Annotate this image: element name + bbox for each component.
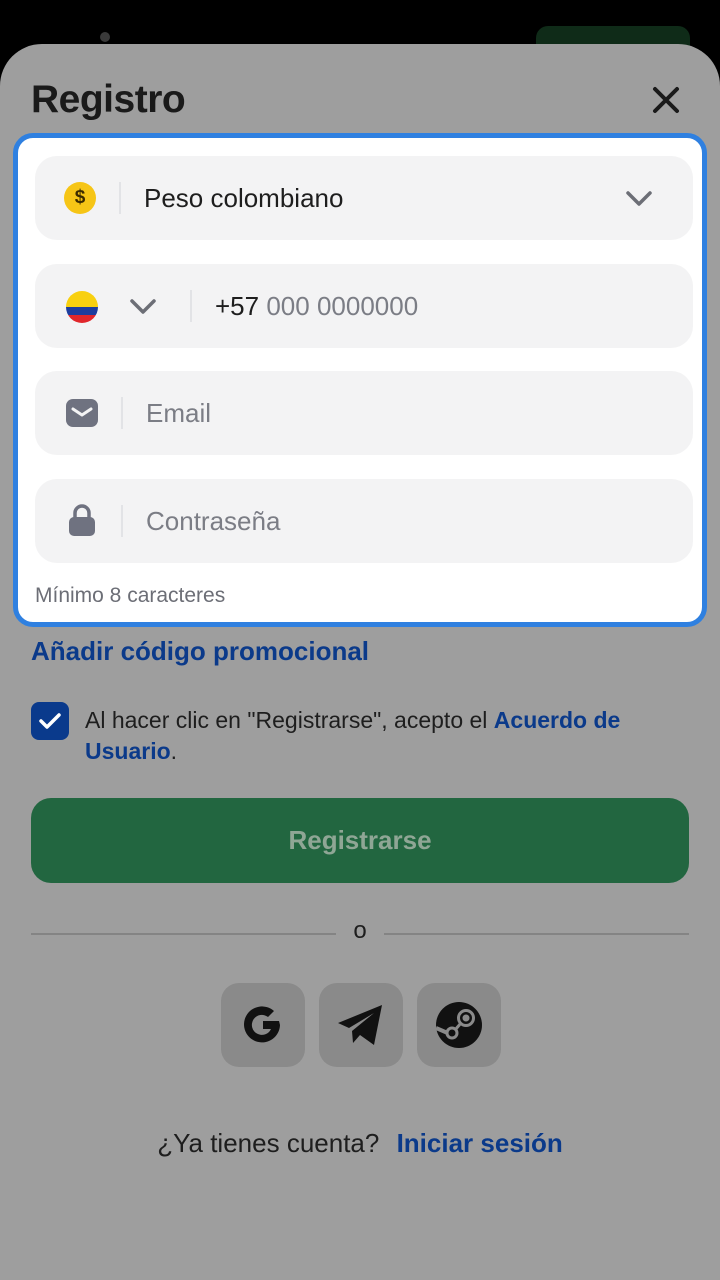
country-chevron-down-icon[interactable]	[129, 295, 157, 317]
login-prompt-row: ¿Ya tienes cuenta? Iniciar sesión	[0, 1128, 720, 1159]
divider-line	[31, 933, 336, 935]
phone-field: +57 000 0000000	[35, 264, 693, 348]
email-field[interactable]: Email	[35, 371, 693, 455]
field-separator	[121, 505, 123, 537]
field-separator	[119, 182, 121, 214]
camera-dot	[100, 32, 110, 42]
dollar-coin-icon: $	[64, 182, 96, 214]
consent-suffix: .	[170, 738, 178, 764]
password-field[interactable]: Contraseña	[35, 479, 693, 563]
checkmark-icon	[39, 713, 61, 729]
telegram-login-button[interactable]	[319, 983, 403, 1067]
close-icon	[653, 87, 679, 113]
password-placeholder: Contraseña	[146, 506, 281, 536]
password-hint: Mínimo 8 caracteres	[35, 584, 226, 607]
field-separator	[190, 290, 192, 322]
terms-checkbox[interactable]	[31, 702, 69, 740]
telegram-icon	[338, 1005, 382, 1045]
login-prompt: ¿Ya tienes cuenta?	[157, 1128, 380, 1158]
page-title: Registro	[31, 78, 186, 121]
steam-icon	[435, 1002, 482, 1048]
google-icon	[244, 1006, 280, 1043]
consent-text: Al hacer clic en "Registrarse", acepto e…	[85, 707, 494, 733]
email-placeholder: Email	[146, 398, 212, 428]
envelope-icon	[66, 399, 98, 427]
currency-value: Peso colombiano	[144, 183, 344, 213]
add-promo-code-link[interactable]: Añadir código promocional	[31, 636, 369, 667]
google-login-button[interactable]	[221, 983, 305, 1067]
terms-consent-text: Al hacer clic en "Registrarse", acepto e…	[85, 705, 685, 767]
steam-login-button[interactable]	[417, 983, 501, 1067]
divider-line	[384, 933, 689, 935]
close-button[interactable]	[646, 80, 686, 120]
lock-icon	[69, 504, 95, 536]
currency-select[interactable]: $ Peso colombiano	[35, 156, 693, 240]
field-separator	[121, 397, 123, 429]
colombia-flag-icon	[66, 291, 98, 323]
phone-input[interactable]: +57 000 0000000	[215, 264, 655, 348]
divider-text: o	[353, 917, 367, 944]
chevron-down-icon	[626, 191, 652, 206]
phone-prefix: +57	[215, 291, 260, 321]
phone-placeholder: 000 0000000	[266, 291, 419, 321]
register-button[interactable]: Registrarse	[31, 798, 689, 883]
registration-form-card: $ Peso colombiano +57 000 0000000 Email	[13, 133, 707, 627]
login-link[interactable]: Iniciar sesión	[397, 1128, 563, 1158]
